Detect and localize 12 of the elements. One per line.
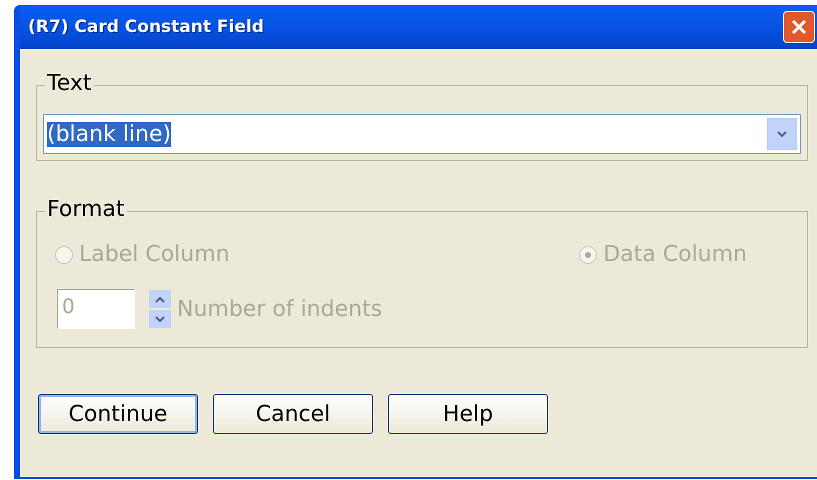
chevron-down-icon — [776, 130, 787, 138]
dialog-button[interactable]: Help — [388, 394, 548, 434]
text-dropdown[interactable]: (blank line) — [43, 114, 801, 154]
dropdown-button[interactable] — [766, 118, 797, 150]
close-button[interactable] — [783, 11, 815, 43]
dialog-button[interactable]: Cancel — [213, 394, 373, 434]
window-title: (R7) Card Constant Field — [28, 17, 265, 37]
close-icon — [790, 18, 808, 36]
indent-label: Number of indents — [177, 296, 382, 322]
chevron-down-icon — [155, 316, 165, 322]
dialog-button[interactable]: Continue — [38, 394, 198, 434]
chevron-up-icon — [155, 296, 165, 302]
